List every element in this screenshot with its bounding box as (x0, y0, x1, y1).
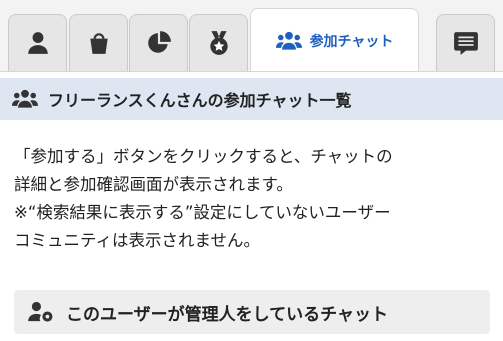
chat-list-icon (453, 32, 478, 55)
tab-bucket[interactable] (69, 14, 128, 71)
tab-bar: 参加チャット (0, 0, 503, 72)
section-title: フリーランスくんさんの参加チャット一覧 (48, 91, 352, 110)
tab-chat-list[interactable] (436, 14, 495, 71)
description-line: 「参加する」ボタンをクリックすると、チャットの (14, 147, 393, 166)
bucket-icon (89, 33, 108, 54)
tab-stats[interactable] (129, 14, 188, 71)
description-line: 詳細と参加確認画面が表示されます。 (14, 175, 293, 194)
tab-profile[interactable] (8, 14, 67, 71)
tab-joined-chats-label: 参加チャット (309, 33, 394, 50)
user-gear-icon (28, 301, 53, 322)
users-icon (275, 31, 302, 50)
medal-icon (209, 31, 228, 55)
user-icon (27, 32, 48, 54)
pie-chart-icon (147, 31, 171, 53)
admin-chats-header: このユーザーが管理人をしているチャット (14, 290, 490, 334)
admin-section-title: このユーザーが管理人をしているチャット (66, 304, 388, 325)
description-line: コミュニティは表示されません。 (14, 231, 261, 250)
tab-bar-divider (0, 71, 503, 72)
users-icon (12, 89, 38, 108)
joined-chats-header: フリーランスくんさんの参加チャット一覧 (0, 78, 503, 120)
tab-badges[interactable] (189, 14, 248, 71)
tab-joined-chats[interactable]: 参加チャット (250, 8, 419, 72)
description-line: ※“検索結果に表示する”設定にしていないユーザー (14, 203, 391, 222)
description: 「参加する」ボタンをクリックすると、チャットの 詳細と参加確認画面が表示されます… (14, 143, 494, 255)
